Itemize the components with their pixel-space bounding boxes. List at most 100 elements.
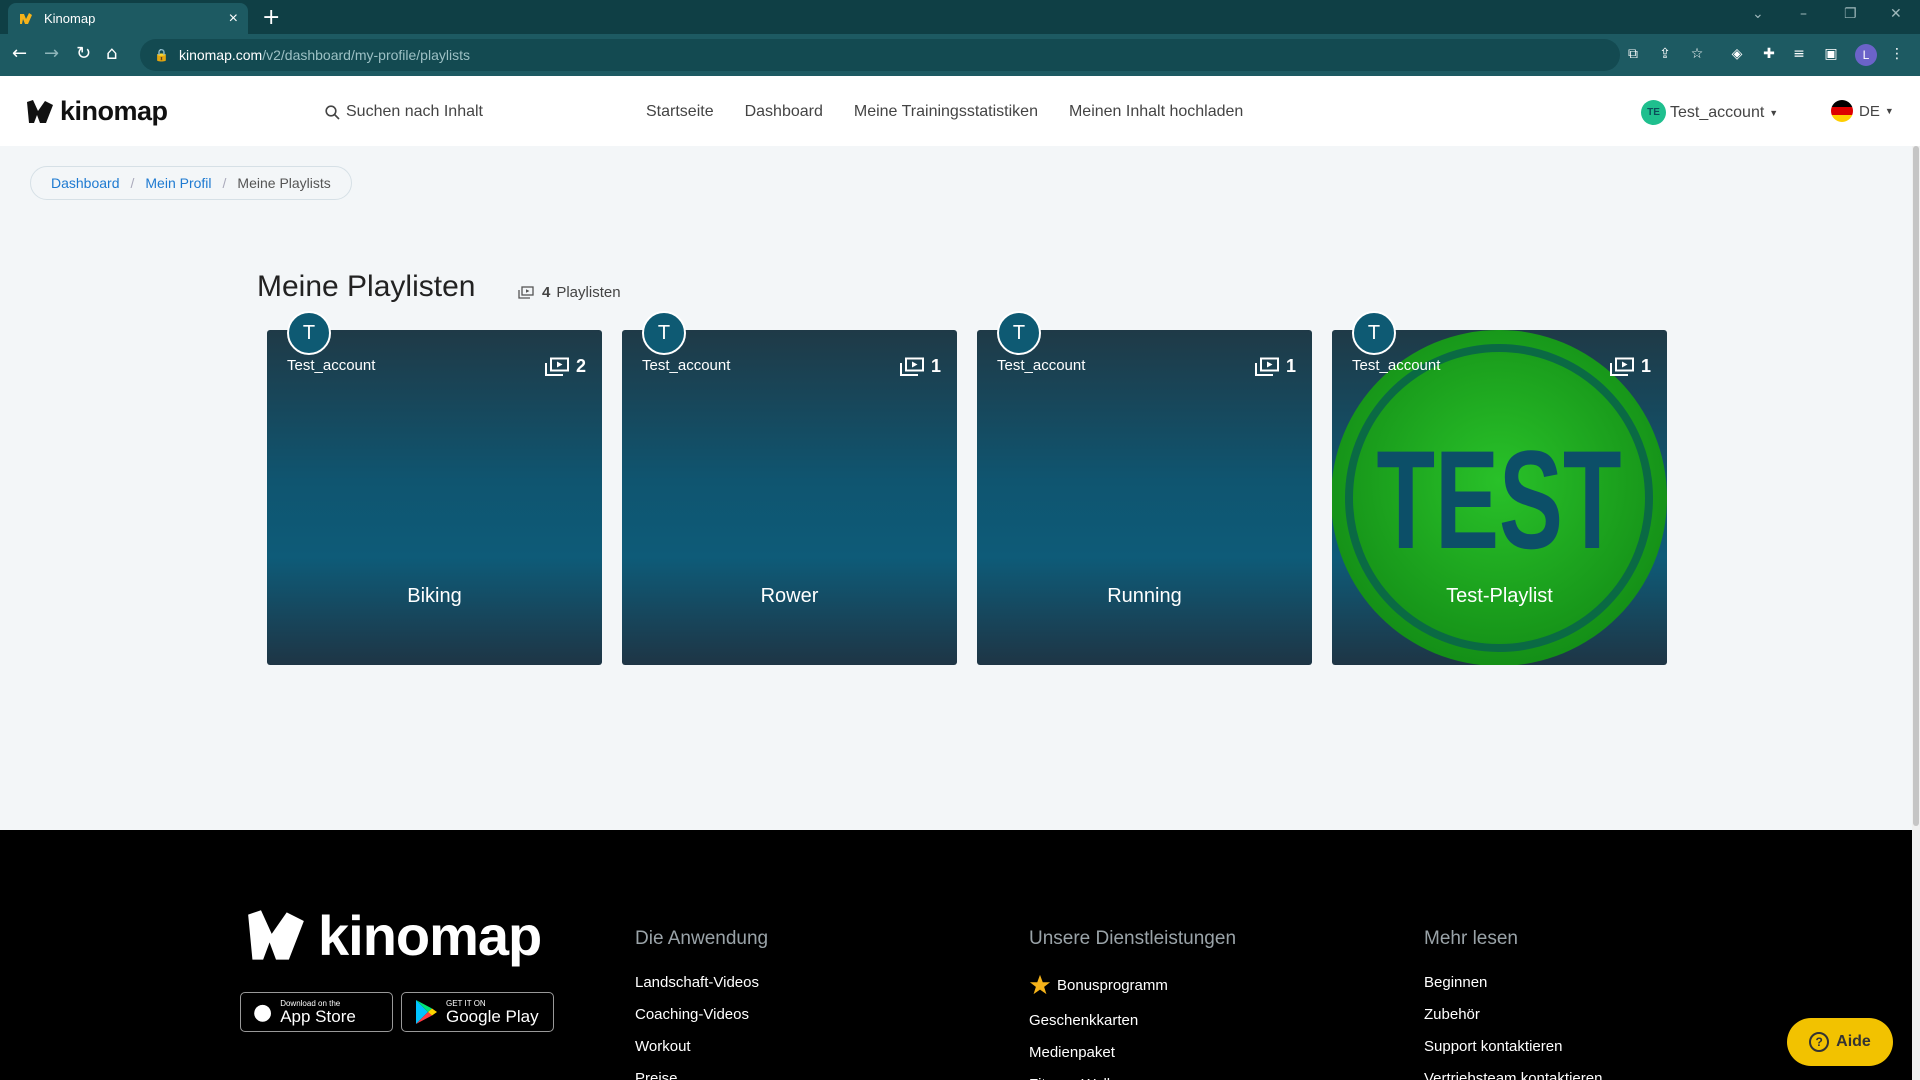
browser-profile-avatar[interactable]: L	[1855, 44, 1877, 66]
page-title: Meine Playlisten	[257, 270, 476, 303]
share-icon[interactable]: ⇪	[1656, 45, 1674, 63]
footer-link[interactable]: Zubehör	[1424, 998, 1602, 1030]
playlist-name: Rower	[760, 585, 819, 607]
footer: kinomap ● Download on the App Store GET …	[0, 830, 1912, 1080]
home-icon[interactable]: ⌂	[106, 43, 117, 64]
app-store-big-text: App Store	[280, 1006, 356, 1026]
playlist-item-count: 1	[1254, 356, 1296, 377]
browser-menu-icon[interactable]: ⋮	[1888, 45, 1906, 63]
user-avatar: TE	[1641, 100, 1666, 125]
footer-link-bonusprogramm[interactable]: Bonusprogramm	[1029, 966, 1236, 1004]
nav-inhalt-hochladen[interactable]: Meinen Inhalt hochladen	[1069, 103, 1243, 121]
footer-column-mehr-lesen: Mehr lesen Beginnen Zubehör Support kont…	[1424, 928, 1602, 1080]
german-flag-icon	[1831, 100, 1853, 122]
reload-icon[interactable]: ↻	[76, 43, 91, 64]
tab-search-icon[interactable]: ⌄	[1752, 6, 1764, 22]
breadcrumb-dashboard[interactable]: Dashboard	[51, 175, 120, 191]
page-scrollbar[interactable]	[1912, 146, 1920, 1080]
main-nav: Startseite Dashboard Meine Trainingsstat…	[646, 103, 1243, 121]
logo-text: kinomap	[60, 96, 168, 126]
language-code: DE	[1859, 102, 1880, 120]
help-button[interactable]: ? Aide	[1787, 1018, 1893, 1066]
search-placeholder: Suchen nach Inhalt	[346, 103, 483, 120]
footer-link[interactable]: Landschaft-Videos	[635, 966, 768, 998]
search-input[interactable]: Suchen nach Inhalt	[325, 103, 483, 121]
address-bar[interactable]: 🔒 kinomap.com/v2/dashboard/my-profile/pl…	[140, 39, 1620, 71]
nav-startseite[interactable]: Startseite	[646, 103, 714, 121]
item-count-value: 1	[930, 356, 941, 376]
playlist-icon	[1609, 357, 1634, 376]
language-selector[interactable]: DE ▼	[1831, 100, 1894, 122]
footer-link[interactable]: Geschenkkarten	[1029, 1004, 1236, 1036]
nav-dashboard[interactable]: Dashboard	[745, 103, 823, 121]
sidepanel-icon[interactable]: ▣	[1822, 45, 1840, 63]
item-count-value: 1	[1285, 356, 1296, 376]
chevron-down-icon: ▼	[1884, 106, 1894, 116]
user-menu[interactable]: TE Test_account ▼	[1641, 100, 1778, 125]
test-cover-image: TEST	[1332, 330, 1667, 665]
footer-link[interactable]: Coaching-Videos	[635, 998, 768, 1030]
footer-link[interactable]: Fitness Walls	[1029, 1068, 1236, 1080]
footer-column-heading: Unsere Dienstleistungen	[1029, 928, 1237, 949]
owner-avatar[interactable]: T	[642, 311, 686, 355]
browser-tab[interactable]: Kinomap ×	[8, 3, 248, 34]
playlist-item-count: 1	[1609, 356, 1651, 377]
lock-icon: 🔒	[154, 48, 169, 62]
breadcrumb: Dashboard / Mein Profil / Meine Playlist…	[30, 166, 352, 200]
playlist-card-rower[interactable]: Test_account 1 Rower	[622, 330, 957, 665]
extension-icon[interactable]: ◈	[1728, 45, 1746, 63]
media-icon[interactable]: ≡	[1790, 45, 1808, 63]
kinomap-logo[interactable]: kinomap	[26, 96, 168, 127]
url-path: /v2/dashboard/my-profile/playlists	[262, 47, 470, 63]
footer-column-heading: Mehr lesen	[1424, 928, 1518, 949]
breadcrumb-separator: /	[130, 175, 135, 191]
restore-icon[interactable]: ❐	[1844, 6, 1857, 22]
playlist-owner: Test_account	[642, 357, 731, 374]
new-tab-icon[interactable]: +	[262, 5, 280, 30]
scrollbar-thumb[interactable]	[1913, 146, 1919, 826]
playlist-name: Biking	[407, 585, 462, 607]
browser-toolbar: ← → ↻ ⌂ 🔒 kinomap.com/v2/dashboard/my-pr…	[0, 34, 1920, 76]
translate-icon[interactable]: ⧉	[1624, 45, 1642, 63]
playlist-icon	[518, 286, 534, 299]
playlist-icon	[1254, 357, 1279, 376]
close-window-icon[interactable]: ✕	[1890, 6, 1902, 22]
puzzle-icon[interactable]: ✚	[1760, 45, 1778, 63]
browser-tab-bar: Kinomap × + ⌄ – ❐ ✕	[0, 0, 1920, 34]
minimize-icon[interactable]: –	[1800, 6, 1807, 22]
bookmark-star-icon[interactable]: ☆	[1688, 45, 1706, 63]
close-tab-icon[interactable]: ×	[229, 10, 238, 28]
footer-logo[interactable]: kinomap	[246, 903, 542, 968]
forward-icon[interactable]: →	[44, 43, 59, 64]
kinomap-logo-icon	[248, 909, 304, 960]
playlist-card-test[interactable]: TEST Test_account 1 Test-Playlist	[1332, 330, 1667, 665]
test-cover-text: TEST	[1377, 421, 1622, 578]
footer-link[interactable]: Workout	[635, 1030, 768, 1062]
playlist-card-running[interactable]: Test_account 1 Running	[977, 330, 1312, 665]
playlist-item-count: 2	[544, 356, 586, 377]
footer-logo-text: kinomap	[318, 904, 542, 967]
chevron-down-icon: ▼	[1769, 107, 1779, 118]
owner-avatar[interactable]: T	[1352, 311, 1396, 355]
user-name: Test_account	[1670, 103, 1765, 121]
back-icon[interactable]: ←	[12, 43, 27, 64]
footer-link[interactable]: Vertriebsteam kontaktieren	[1424, 1062, 1602, 1080]
breadcrumb-separator: /	[222, 175, 227, 191]
owner-avatar[interactable]: T	[997, 311, 1041, 355]
footer-link[interactable]: Preise	[635, 1062, 768, 1080]
breadcrumb-current: Meine Playlists	[237, 175, 331, 191]
owner-avatar[interactable]: T	[287, 311, 331, 355]
footer-column-anwendung: Die Anwendung Landschaft-Videos Coaching…	[635, 928, 768, 1080]
search-icon	[325, 104, 340, 120]
google-play-big-text: Google Play	[446, 1006, 539, 1026]
nav-trainingsstatistiken[interactable]: Meine Trainingsstatistiken	[854, 103, 1038, 121]
playlist-card-biking[interactable]: Test_account 2 Biking	[267, 330, 602, 665]
footer-link[interactable]: Beginnen	[1424, 966, 1602, 998]
breadcrumb-mein-profil[interactable]: Mein Profil	[145, 175, 211, 191]
playlist-owner: Test_account	[997, 357, 1086, 374]
google-play-button[interactable]: GET IT ON Google Play	[401, 992, 554, 1032]
footer-link[interactable]: Support kontaktieren	[1424, 1030, 1602, 1062]
playlist-name: Test-Playlist	[1446, 585, 1553, 607]
app-store-button[interactable]: ● Download on the App Store	[240, 992, 393, 1032]
footer-link[interactable]: Medienpaket	[1029, 1036, 1236, 1068]
